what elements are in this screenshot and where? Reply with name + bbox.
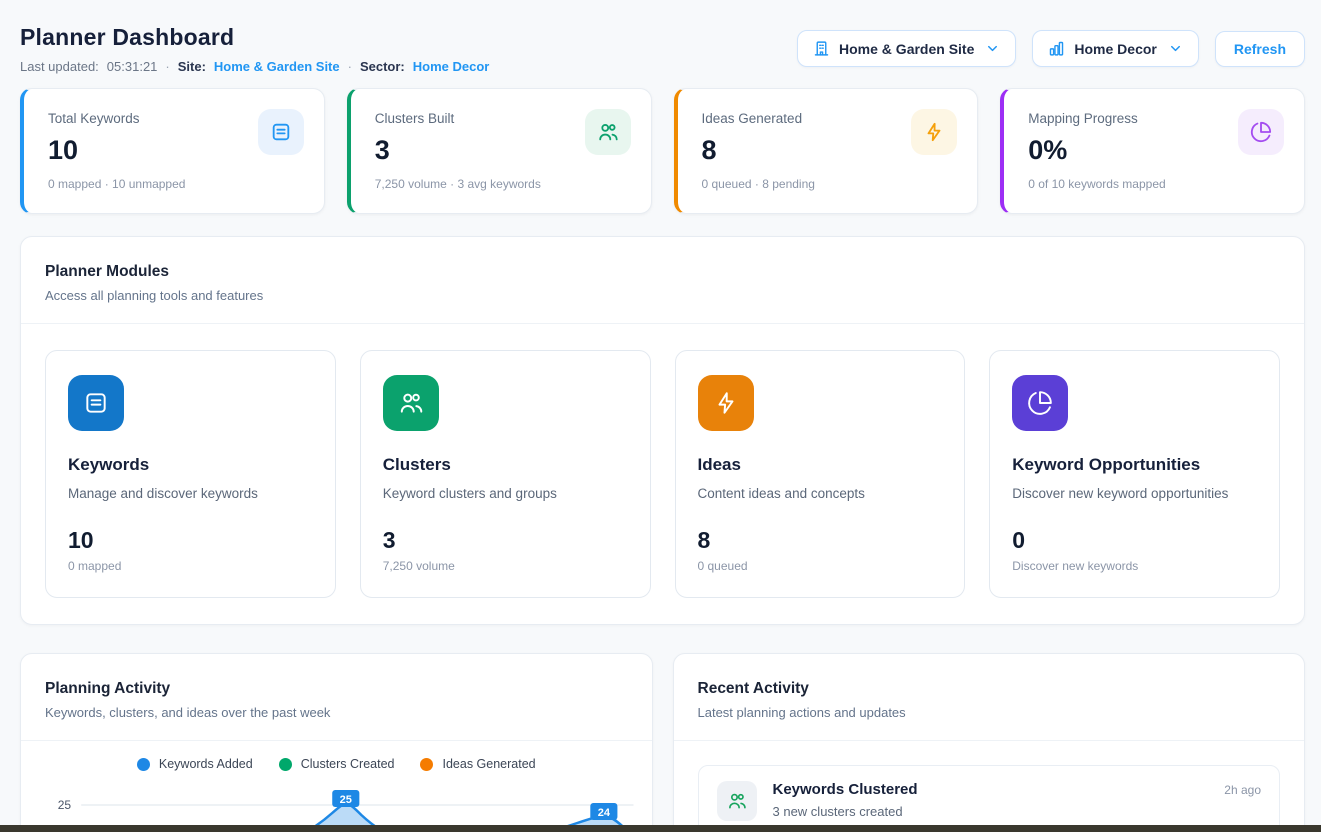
planner-modules-section: Planner Modules Access all planning tool… [20, 236, 1305, 625]
sector-label: Sector: [360, 59, 405, 74]
section-subtitle: Keywords, clusters, and ideas over the p… [45, 705, 628, 720]
legend-item-ideas-generated[interactable]: Ideas Generated [420, 757, 535, 771]
module-value: 8 [698, 527, 943, 554]
site-link[interactable]: Home & Garden Site [214, 59, 340, 74]
module-description: Content ideas and concepts [698, 486, 943, 501]
section-subtitle: Access all planning tools and features [45, 288, 1280, 303]
chevron-down-icon [1168, 41, 1183, 56]
module-description: Keyword clusters and groups [383, 486, 628, 501]
site-label: Site: [178, 59, 206, 74]
modules-grid: Keywords Manage and discover keywords 10… [21, 324, 1304, 624]
section-title: Planning Activity [45, 680, 628, 698]
point-label-24: 24 [590, 803, 617, 820]
module-caption: 0 mapped [68, 559, 313, 573]
stat-caption: 0 mapped · 10 unmapped [48, 177, 304, 191]
meta-row: Last updated: 05:31:21 · Site: Home & Ga… [20, 59, 489, 74]
activity-item-text: Keywords Clustered 3 new clusters create… [773, 781, 1209, 819]
planning-activity-card: Planning Activity Keywords, clusters, an… [20, 653, 653, 832]
svg-text:24: 24 [598, 807, 611, 819]
module-card-ideas[interactable]: Ideas Content ideas and concepts 8 0 que… [675, 350, 966, 598]
planner-modules-header: Planner Modules Access all planning tool… [21, 237, 1304, 324]
activity-item-time: 2h ago [1224, 783, 1261, 797]
chart-legend: Keywords Added Clusters Created Ideas Ge… [21, 757, 652, 771]
module-title: Keywords [68, 455, 313, 475]
stat-caption: 0 queued · 8 pending [702, 177, 958, 191]
site-selector-label: Home & Garden Site [839, 41, 974, 57]
pie-chart-icon [1238, 109, 1284, 155]
module-caption: 7,250 volume [383, 559, 628, 573]
stat-card-ideas-generated: Ideas Generated 8 0 queued · 8 pending [674, 88, 979, 214]
separator: · [165, 59, 169, 74]
header-left: Planner Dashboard Last updated: 05:31:21… [20, 24, 489, 74]
zap-icon [698, 375, 754, 431]
zap-icon [911, 109, 957, 155]
stat-caption: 7,250 volume · 3 avg keywords [375, 177, 631, 191]
page-header: Planner Dashboard Last updated: 05:31:21… [20, 24, 1305, 74]
legend-label: Ideas Generated [442, 757, 535, 771]
page-title: Planner Dashboard [20, 24, 489, 51]
last-updated-label: Last updated: [20, 59, 99, 74]
separator: · [348, 59, 352, 74]
planner-dashboard-page: Planner Dashboard Last updated: 05:31:21… [0, 0, 1321, 832]
module-value: 3 [383, 527, 628, 554]
legend-item-clusters-created[interactable]: Clusters Created [279, 757, 395, 771]
stat-card-clusters-built: Clusters Built 3 7,250 volume · 3 avg ke… [347, 88, 652, 214]
document-icon [258, 109, 304, 155]
section-subtitle: Latest planning actions and updates [698, 705, 1281, 720]
legend-dot [137, 758, 150, 771]
sector-selector-label: Home Decor [1074, 41, 1156, 57]
module-caption: Discover new keywords [1012, 559, 1257, 573]
activity-item-description: 3 new clusters created [773, 804, 1209, 819]
section-title: Planner Modules [45, 263, 1280, 281]
legend-label: Clusters Created [301, 757, 395, 771]
users-icon [717, 781, 757, 821]
legend-dot [279, 758, 292, 771]
header-actions: Home & Garden Site Home Decor Refresh [797, 30, 1305, 67]
stat-card-total-keywords: Total Keywords 10 0 mapped · 10 unmapped [20, 88, 325, 214]
module-title: Ideas [698, 455, 943, 475]
recent-activity-header: Recent Activity Latest planning actions … [674, 654, 1305, 741]
bottom-window-edge [0, 825, 1321, 832]
document-icon [68, 375, 124, 431]
module-title: Clusters [383, 455, 628, 475]
refresh-button[interactable]: Refresh [1215, 31, 1305, 67]
module-value: 10 [68, 527, 313, 554]
bottom-row: Planning Activity Keywords, clusters, an… [20, 653, 1305, 832]
building-icon [813, 40, 830, 57]
sector-selector-button[interactable]: Home Decor [1032, 30, 1198, 67]
legend-item-keywords-added[interactable]: Keywords Added [137, 757, 253, 771]
planning-activity-header: Planning Activity Keywords, clusters, an… [21, 654, 652, 741]
module-card-keyword-opportunities[interactable]: Keyword Opportunities Discover new keywo… [989, 350, 1280, 598]
activity-item-keywords-clustered: Keywords Clustered 3 new clusters create… [698, 765, 1281, 832]
chevron-down-icon [985, 41, 1000, 56]
stat-caption: 0 of 10 keywords mapped [1028, 177, 1284, 191]
users-icon [585, 109, 631, 155]
module-value: 0 [1012, 527, 1257, 554]
bar-chart-icon [1048, 40, 1065, 57]
module-description: Manage and discover keywords [68, 486, 313, 501]
section-title: Recent Activity [698, 680, 1281, 698]
module-title: Keyword Opportunities [1012, 455, 1257, 475]
svg-text:25: 25 [340, 794, 352, 806]
stat-card-mapping-progress: Mapping Progress 0% 0 of 10 keywords map… [1000, 88, 1305, 214]
module-card-clusters[interactable]: Clusters Keyword clusters and groups 3 7… [360, 350, 651, 598]
site-selector-button[interactable]: Home & Garden Site [797, 30, 1016, 67]
legend-dot [420, 758, 433, 771]
activity-item-title: Keywords Clustered [773, 781, 1209, 798]
legend-label: Keywords Added [159, 757, 253, 771]
y-axis-tick-25: 25 [58, 798, 72, 812]
last-updated-value: 05:31:21 [107, 59, 158, 74]
module-caption: 0 queued [698, 559, 943, 573]
point-label-25: 25 [332, 790, 359, 807]
module-description: Discover new keyword opportunities [1012, 486, 1257, 501]
recent-activity-card: Recent Activity Latest planning actions … [673, 653, 1306, 832]
module-card-keywords[interactable]: Keywords Manage and discover keywords 10… [45, 350, 336, 598]
sector-link[interactable]: Home Decor [413, 59, 490, 74]
users-icon [383, 375, 439, 431]
stat-cards-row: Total Keywords 10 0 mapped · 10 unmapped… [20, 88, 1305, 214]
pie-chart-icon [1012, 375, 1068, 431]
recent-activity-list: Keywords Clustered 3 new clusters create… [674, 741, 1305, 832]
refresh-label: Refresh [1234, 41, 1286, 57]
